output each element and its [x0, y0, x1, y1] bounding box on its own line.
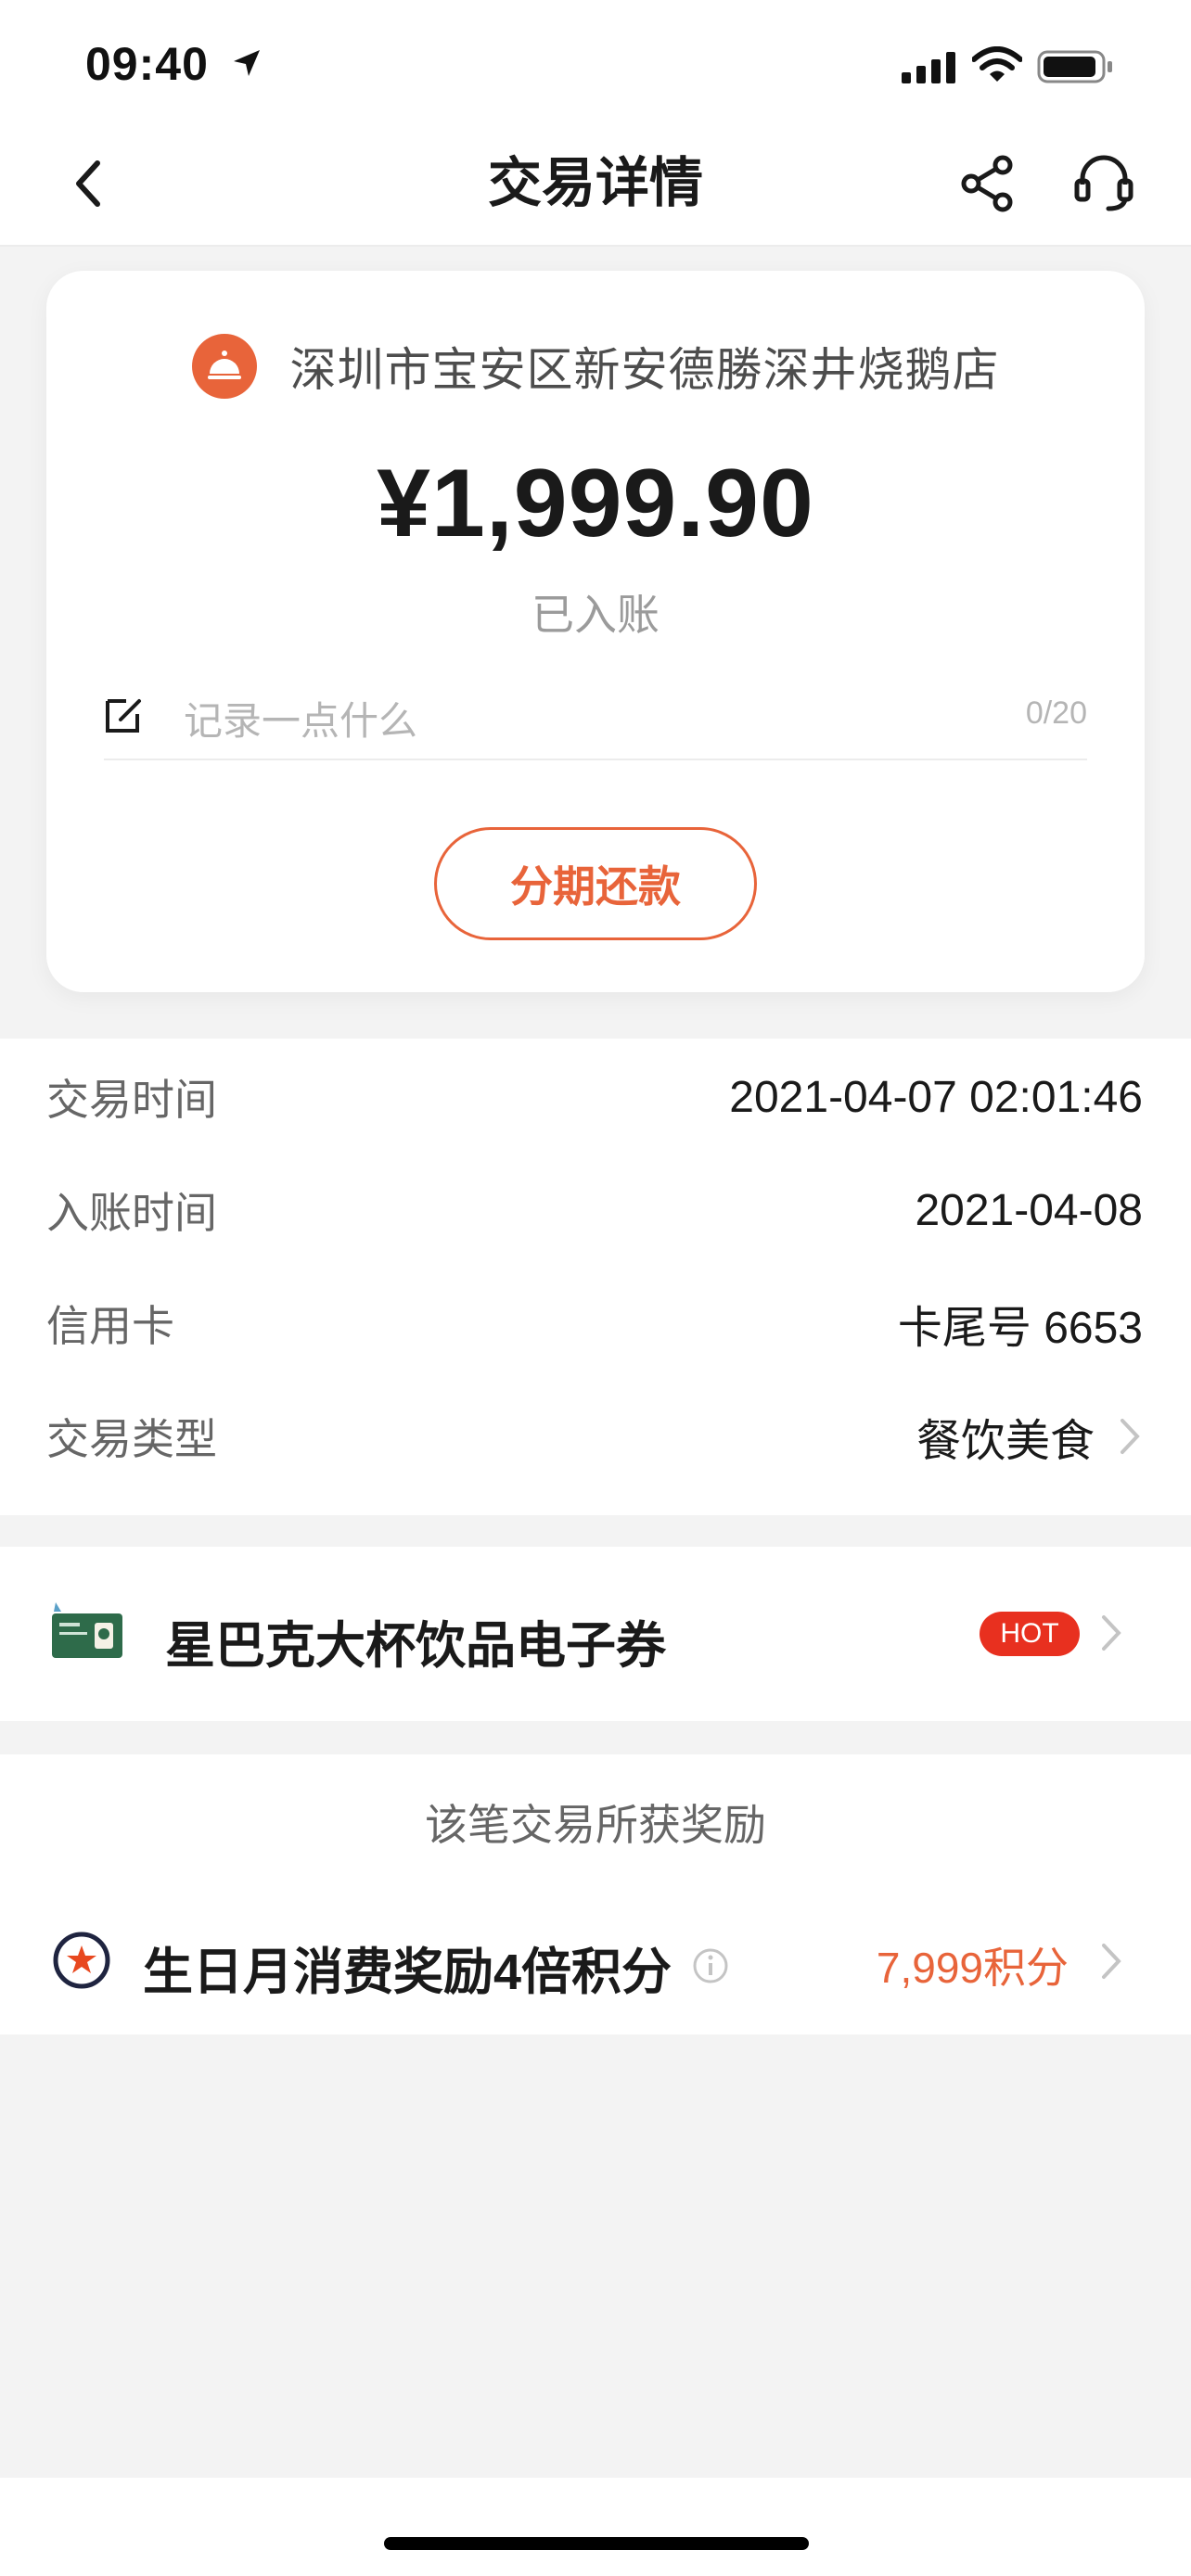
detail-row-transaction-time: 交易时间 2021-04-07 02:01:46	[46, 1046, 1143, 1148]
memo-placeholder: 记录一点什么	[184, 699, 418, 743]
detail-row-credit-card: 信用卡 卡尾号 6653	[46, 1272, 1143, 1374]
location-arrow-icon	[234, 50, 260, 76]
home-indicator[interactable]	[384, 2537, 809, 2550]
memo-char-count: 0/20	[1025, 695, 1087, 731]
home-indicator-area	[0, 2478, 1191, 2576]
transaction-amount: ¥1,999.90	[377, 450, 814, 557]
detail-label: 信用卡	[46, 1302, 174, 1350]
info-icon[interactable]	[692, 1947, 729, 1984]
memo-field[interactable]: 记录一点什么 0/20	[104, 677, 1087, 760]
chevron-right-icon	[1102, 1944, 1121, 1979]
detail-label: 入账时间	[46, 1189, 217, 1237]
nav-bar: 交易详情	[0, 121, 1191, 247]
hot-badge: HOT	[980, 1612, 1080, 1656]
detail-row-posting-time: 入账时间 2021-04-08	[46, 1159, 1143, 1261]
detail-label: 交易类型	[46, 1415, 217, 1463]
detail-value: 2021-04-07 02:01:46	[729, 1072, 1143, 1122]
transaction-details: 交易时间 2021-04-07 02:01:46 入账时间 2021-04-08…	[0, 1039, 1191, 1515]
share-icon	[961, 155, 1013, 212]
transaction-card: 深圳市宝安区新安德勝深井烧鹅店 ¥1,999.90 已入账 记录一点什么 0/2…	[46, 271, 1145, 992]
detail-value-with-link: 餐饮美食	[916, 1404, 1143, 1469]
detail-value: 2021-04-08	[915, 1185, 1143, 1235]
chevron-right-icon	[1102, 1615, 1121, 1651]
share-button[interactable]	[955, 148, 1020, 219]
chevron-right-icon	[1121, 1419, 1140, 1454]
status-bar: 09:40	[0, 0, 1191, 121]
star-badge-icon	[53, 1932, 110, 1989]
detail-row-transaction-type[interactable]: 交易类型 餐饮美食	[46, 1385, 1143, 1487]
edit-note-icon	[106, 699, 141, 733]
transaction-type-value: 餐饮美食	[916, 1417, 1095, 1466]
detail-label: 交易时间	[46, 1076, 217, 1124]
starbucks-coupon-thumbnail	[52, 1602, 122, 1658]
reward-points: 7,999积分	[876, 1944, 1069, 1992]
installment-button[interactable]: 分期还款	[434, 827, 757, 940]
rewards-heading: 该笔交易所获奖励	[425, 1801, 766, 1849]
screen: 09:40 交易详情 深圳市宝安区新安德勝深井烧鹅店 ¥1,999.90 已入账…	[0, 0, 1191, 2576]
rewards-section: 该笔交易所获奖励 生日月消费奖励4倍积分 7,999积分	[0, 1754, 1191, 2034]
cellular-signal-icon	[902, 52, 955, 83]
reward-title: 生日月消费奖励4倍积分	[143, 1945, 672, 2000]
wifi-icon	[972, 46, 1022, 82]
coupon-banner[interactable]: 星巴克大杯饮品电子券 HOT	[0, 1547, 1191, 1721]
status-time: 09:40	[85, 38, 209, 90]
merchant-name: 深圳市宝安区新安德勝深井烧鹅店	[289, 344, 1000, 396]
detail-value: 卡尾号 6653	[897, 1304, 1143, 1353]
merchant-row: 深圳市宝安区新安德勝深井烧鹅店	[46, 332, 1145, 401]
battery-icon	[1037, 50, 1112, 83]
customer-service-icon	[1074, 155, 1133, 211]
restaurant-bell-icon	[191, 334, 257, 399]
coupon-title: 星巴克大杯饮品电子券	[165, 1618, 666, 1674]
customer-service-button[interactable]	[1069, 148, 1139, 219]
posting-status: 已入账	[531, 591, 660, 639]
reward-item[interactable]: 生日月消费奖励4倍积分 7,999积分	[52, 1910, 1126, 2012]
